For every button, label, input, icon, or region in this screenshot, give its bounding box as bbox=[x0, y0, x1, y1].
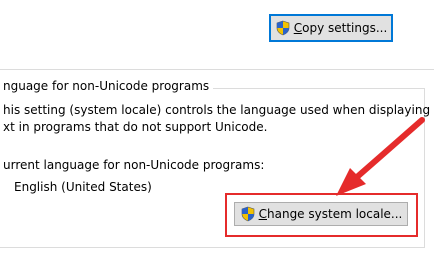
red-arrow-icon bbox=[336, 117, 425, 196]
